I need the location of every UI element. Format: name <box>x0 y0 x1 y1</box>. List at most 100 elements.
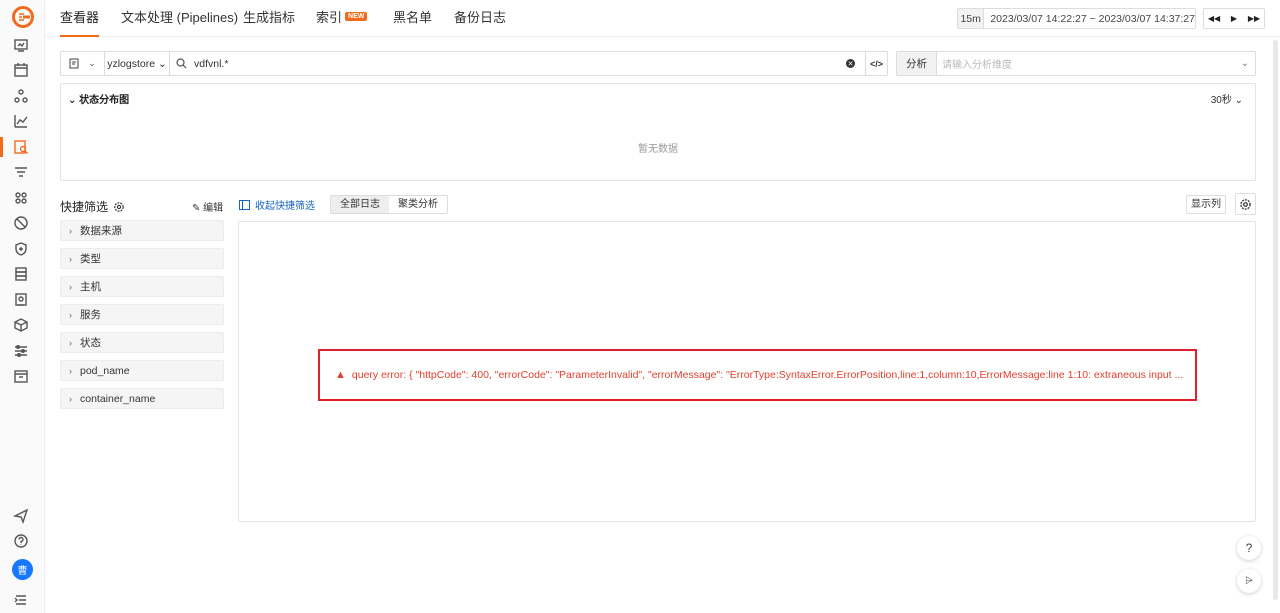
code-mode-icon[interactable]: </> <box>865 52 887 75</box>
menu-collapse-icon[interactable] <box>12 591 30 609</box>
query-input[interactable]: vdfvnl.* ✕ <box>170 58 865 70</box>
filter-item-label: pod_name <box>80 364 130 377</box>
chevron-right-icon: › <box>69 365 72 376</box>
filter-item-host[interactable]: › 主机 <box>60 276 224 297</box>
pencil-icon: ✎ <box>192 203 201 214</box>
chevron-right-icon: › <box>69 281 72 292</box>
metrics-chart-icon[interactable] <box>12 112 30 130</box>
collapse-quick-filter-link[interactable]: 收起快捷筛选 <box>239 197 315 212</box>
show-columns-button[interactable]: 显示列 <box>1186 195 1226 214</box>
active-indicator <box>0 137 3 157</box>
fast-forward-icon[interactable]: ▶▶ <box>1244 9 1264 28</box>
interval-value: 30秒 <box>1210 95 1232 106</box>
tab-index[interactable]: 索引 NEW <box>316 0 368 37</box>
log-source-icon <box>69 58 79 69</box>
chevron-down-icon: ⌄ <box>157 57 167 70</box>
query-text: vdfvnl.* <box>194 57 229 70</box>
edit-button[interactable]: ✎ 编辑 <box>192 199 223 214</box>
billing-icon[interactable] <box>12 367 30 385</box>
distribution-title-text: 状态分布图 <box>79 95 130 106</box>
logstore-name: yzlogstore <box>107 57 156 70</box>
tab-all-logs[interactable]: 全部日志 <box>331 196 389 213</box>
tab-viewer[interactable]: 查看器 <box>60 0 100 37</box>
status-distribution-panel: ⌄ 状态分布图 30秒 ⌄ 暂无数据 <box>60 83 1256 181</box>
search-icon <box>176 58 187 69</box>
query-error-message: ▲ query error: { "httpCode": 400, "error… <box>318 349 1197 401</box>
chevron-right-icon: › <box>69 225 72 236</box>
chevron-right-icon: › <box>69 253 72 264</box>
collapse-panel-icon <box>239 199 250 210</box>
time-picker[interactable]: 15m 2023/03/07 14:22:27 ~ 2023/03/07 14:… <box>957 8 1196 29</box>
database-icon[interactable] <box>12 265 30 283</box>
distribution-title[interactable]: ⌄ 状态分布图 <box>68 91 129 106</box>
security-shield-icon[interactable] <box>12 240 30 258</box>
collapse-label: 收起快捷筛选 <box>255 201 315 212</box>
analysis-input[interactable]: 请输入分析维度 <box>937 56 1235 71</box>
filter-item-type[interactable]: › 类型 <box>60 248 224 269</box>
rewind-icon[interactable]: ◀◀ <box>1204 9 1224 28</box>
scrollbar[interactable] <box>1273 40 1278 600</box>
logstore-select[interactable]: yzlogstore ⌄ <box>105 52 170 75</box>
analysis-label: 分析 <box>897 52 937 75</box>
edit-label: 编辑 <box>203 203 224 214</box>
tab-metrics[interactable]: 生成指标 <box>243 0 295 37</box>
filter-item-pod-name[interactable]: › pod_name <box>60 360 224 381</box>
search-bar: ⌄ yzlogstore ⌄ vdfvnl.* ✕ </> <box>60 51 888 76</box>
apps-icon[interactable] <box>12 189 30 207</box>
playback-controls: ◀◀ ▶ ▶▶ <box>1203 8 1265 29</box>
quick-filter-title-text: 快捷筛选 <box>60 200 109 214</box>
filter-item-status[interactable]: › 状态 <box>60 332 224 353</box>
filter-item-source[interactable]: › 数据来源 <box>60 220 224 241</box>
filter-item-label: 主机 <box>80 281 101 293</box>
send-icon[interactable] <box>12 507 30 525</box>
filter-item-label: 服务 <box>80 309 101 321</box>
clear-icon[interactable]: ✕ <box>846 59 855 68</box>
quick-filter-title: 快捷筛选 <box>60 198 125 215</box>
log-search-icon[interactable] <box>12 138 30 156</box>
tab-backup-logs[interactable]: 备份日志 <box>454 0 506 37</box>
interval-select[interactable]: 30秒 ⌄ <box>1211 91 1243 106</box>
cube-icon[interactable] <box>12 316 30 334</box>
error-text: query error: { "httpCode": 400, "errorCo… <box>351 369 1184 381</box>
dashboard-icon[interactable] <box>12 36 30 54</box>
app-logo-icon[interactable] <box>12 6 34 28</box>
help-float-button[interactable]: ? <box>1237 536 1261 560</box>
tab-index-label: 索引 <box>316 10 343 25</box>
chevron-right-icon: › <box>69 309 72 320</box>
filter-item-label: 数据来源 <box>80 225 122 237</box>
help-icon[interactable] <box>12 532 30 550</box>
filter-clear-float-button[interactable]: ⩥ <box>1237 569 1261 593</box>
filter-item-label: 类型 <box>80 253 101 265</box>
chevron-right-icon: › <box>69 337 72 348</box>
chevron-right-icon: › <box>69 393 72 404</box>
left-sidebar: 曹 <box>0 0 45 613</box>
log-view-tabs: 全部日志 聚类分析 <box>330 195 448 214</box>
monitor-icon[interactable] <box>12 291 30 309</box>
time-quick-range[interactable]: 15m <box>958 9 985 28</box>
filter-list-icon[interactable] <box>12 163 30 181</box>
time-range-text: 2023/03/07 14:22:27 ~ 2023/03/07 14:37:2… <box>990 12 1195 25</box>
filter-item-service[interactable]: › 服务 <box>60 304 224 325</box>
log-settings-button[interactable] <box>1235 193 1256 215</box>
analysis-dimension-input: 分析 请输入分析维度 ⌄ <box>896 51 1256 76</box>
chevron-down-icon: ⌄ <box>1234 95 1243 106</box>
topology-icon[interactable] <box>12 87 30 105</box>
source-type-select[interactable]: ⌄ <box>61 52 105 75</box>
avatar[interactable]: 曹 <box>12 559 33 580</box>
new-badge: NEW <box>345 12 368 21</box>
filter-item-container-name[interactable]: › container_name <box>60 388 224 409</box>
tab-pipelines[interactable]: 文本处理 (Pipelines) <box>121 0 238 37</box>
play-icon[interactable]: ▶ <box>1224 9 1244 28</box>
tab-cluster-analysis[interactable]: 聚类分析 <box>389 196 447 213</box>
chevron-down-icon[interactable]: ⌄ <box>1235 58 1255 69</box>
gear-icon <box>1240 198 1251 210</box>
chevron-down-icon: ⌄ <box>88 58 96 68</box>
tab-blacklist[interactable]: 黑名单 <box>393 0 432 37</box>
filter-item-label: 状态 <box>80 337 101 349</box>
probe-icon[interactable] <box>12 214 30 232</box>
gear-icon[interactable] <box>113 201 125 213</box>
settings-sliders-icon[interactable] <box>12 342 30 360</box>
calendar-icon[interactable] <box>12 61 30 79</box>
chevron-down-icon: ⌄ <box>68 95 77 106</box>
filter-item-label: container_name <box>80 392 156 405</box>
